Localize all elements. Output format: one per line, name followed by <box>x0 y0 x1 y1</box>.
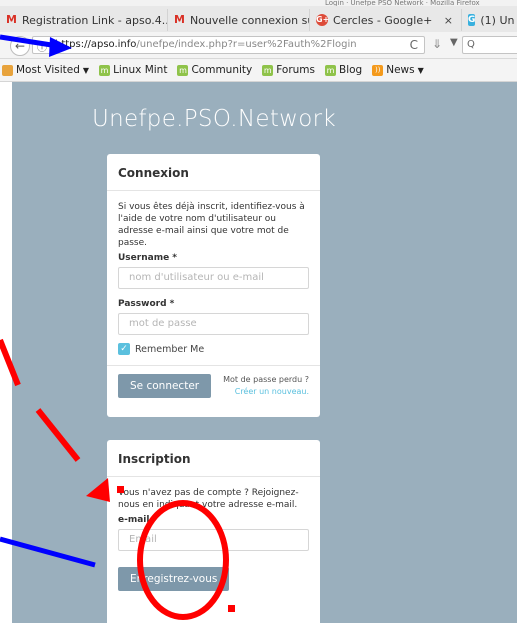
login-card: Connexion Si vous êtes déjà inscrit, ide… <box>107 154 320 417</box>
mint-icon: m <box>177 64 189 76</box>
page-content: Unefpe.PSO.Network Connexion Si vous ête… <box>12 82 517 630</box>
bookmark-blog[interactable]: m Blog <box>325 64 362 76</box>
bookmark-most-visited[interactable]: Most Visited ▼ <box>2 64 89 76</box>
tab-un[interactable]: G (1) Un <box>462 9 517 31</box>
password-input[interactable]: mot de passe <box>118 313 309 335</box>
chevron-down-icon: ▼ <box>417 65 424 75</box>
mint-icon: m <box>325 64 337 76</box>
bookmark-label: Blog <box>339 64 363 76</box>
download-icon[interactable]: ⇓ <box>432 37 442 51</box>
search-icon: Q <box>467 39 475 50</box>
password-label: Password * <box>118 299 175 309</box>
site-title: Unefpe.PSO.Network <box>91 106 337 132</box>
tab-registration-link[interactable]: M Registration Link - apso.4... × <box>0 9 168 31</box>
mint-icon: m <box>99 64 111 76</box>
tab-nouvelle-connexion[interactable]: M Nouvelle connexion sur l'... × <box>168 9 310 31</box>
search-field[interactable]: Q <box>462 36 517 54</box>
bookmark-folder-icon <box>2 64 13 76</box>
url-path: /unefpe/index.php?r=user%2Fauth%2Flogin <box>136 39 357 50</box>
chevron-down-icon[interactable]: ▼ <box>450 37 458 48</box>
tab-cercles-google-plus[interactable]: G+ Cercles - Google+ × <box>310 9 462 31</box>
tab-label: Cercles - Google+ <box>333 13 433 27</box>
bookmark-label: Linux Mint <box>113 64 168 76</box>
checkbox-checked-icon[interactable]: ✓ <box>118 343 130 355</box>
bookmark-linux-mint[interactable]: m Linux Mint <box>99 64 167 76</box>
mint-icon: m <box>262 64 274 76</box>
login-button[interactable]: Se connecter <box>118 374 212 398</box>
login-intro: Si vous êtes déjà inscrit, identifiez-vo… <box>118 202 305 248</box>
remember-label: Remember Me <box>135 343 205 355</box>
bookmarks-toolbar: Most Visited ▼ m Linux Mint m Community … <box>0 59 517 82</box>
gmail-icon: M <box>6 13 17 26</box>
tab-label: Nouvelle connexion sur l'... <box>189 13 309 27</box>
remember-me[interactable]: ✓ Remember Me <box>118 343 309 355</box>
register-heading: Inscription <box>107 440 320 477</box>
login-heading: Connexion <box>107 154 320 191</box>
bookmark-news[interactable]: )) News ▼ <box>372 64 424 76</box>
register-button[interactable]: Enregistrez-vous <box>118 567 230 591</box>
email-label: e-mail * <box>118 515 158 525</box>
chevron-down-icon: ▼ <box>82 65 90 75</box>
bookmark-label: News <box>386 64 415 76</box>
bookmark-label: Most Visited <box>16 64 80 76</box>
divider <box>107 365 320 366</box>
reload-icon[interactable]: C <box>410 38 418 52</box>
navigation-bar: ← ⓘ https://apso.info/unefpe/index.php?r… <box>0 32 517 59</box>
back-arrow-icon[interactable]: ← <box>10 36 30 56</box>
login-footer: Se connecter Mot de passe perdu ? Créer … <box>118 374 309 414</box>
tab-bar: M Registration Link - apso.4... × M Nouv… <box>0 6 517 33</box>
url-field[interactable]: ⓘ https://apso.info/unefpe/index.php?r=u… <box>32 36 425 54</box>
tab-label: Registration Link - apso.4... <box>21 13 168 27</box>
register-card: Inscription Vous n'avez pas de compte ? … <box>107 440 320 630</box>
google-plus-icon: G <box>468 14 476 26</box>
bookmark-label: Forums <box>276 64 316 76</box>
forgot-password: Mot de passe perdu ? Créer un nouveau. <box>223 374 309 398</box>
bookmark-label: Community <box>191 64 253 76</box>
rss-icon: )) <box>372 64 384 76</box>
username-input[interactable]: nom d'utilisateur ou e-mail <box>118 267 309 289</box>
info-icon: ⓘ <box>37 43 47 54</box>
gmail-icon: M <box>174 13 185 26</box>
google-plus-icon: G+ <box>316 14 330 26</box>
email-input[interactable]: Email <box>118 529 309 551</box>
register-intro: Vous n'avez pas de compte ? Rejoignez-no… <box>118 488 299 510</box>
url-text: https://apso.info/unefpe/index.php?r=use… <box>55 39 357 50</box>
bookmark-community[interactable]: m Community <box>177 64 252 76</box>
url-domain: https://apso.info <box>55 39 137 50</box>
username-label: Username * <box>118 253 178 263</box>
close-tab-icon[interactable]: × <box>444 14 453 27</box>
forgot-text: Mot de passe perdu ? <box>223 375 309 384</box>
tab-label: (1) Un <box>480 13 515 27</box>
bookmark-forums[interactable]: m Forums <box>262 64 315 76</box>
create-new-password-link[interactable]: Créer un nouveau. <box>223 386 309 398</box>
